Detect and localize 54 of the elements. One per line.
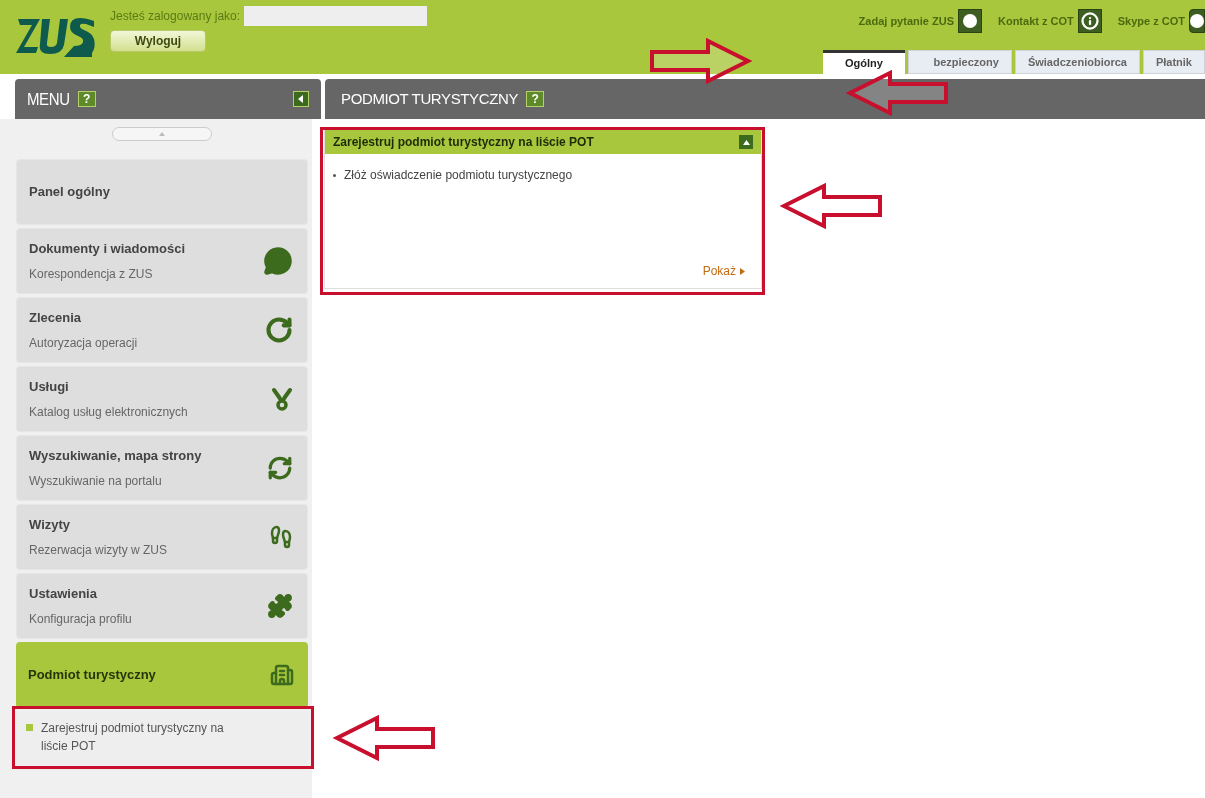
- building-icon: [270, 663, 294, 687]
- tab[interactable]: Płatnik: [1142, 50, 1205, 74]
- up-triangle-icon: [159, 132, 165, 136]
- menu-item[interactable]: Dokumenty i wiadomości Korespondencja z ZUS: [16, 228, 308, 294]
- info-icon[interactable]: [1077, 9, 1102, 33]
- menu-item-title: Wizyty: [29, 516, 72, 535]
- menu-item-subtitle: Autoryzacja operacji: [29, 334, 139, 352]
- up-triangle-icon: [742, 139, 750, 145]
- footprints-icon: [269, 525, 293, 549]
- tab[interactable]: Świadczeniobiorca: [1014, 50, 1140, 74]
- menu-item-title: Wyszukiwanie, mapa strony: [29, 447, 203, 466]
- menu-item-title: Zlecenia: [29, 309, 83, 328]
- speech-bubble-icon: [263, 246, 293, 276]
- collapse-menu-button[interactable]: [293, 91, 309, 107]
- menu-item-title: Panel ogólny: [29, 183, 111, 202]
- menu-item-title: Podmiot turystyczny: [28, 666, 157, 685]
- submenu-item-label: Zarejestruj podmiot turystyczny na liście POT: [41, 720, 225, 755]
- menu-item-title: Dokumenty i wiadomości: [29, 240, 187, 259]
- menu-item[interactable]: Zlecenia Autoryzacja operacji: [16, 297, 308, 363]
- branch-icon: [271, 387, 293, 411]
- page-title: PODMIOT TURYSTYCZNY: [341, 88, 519, 109]
- menu-item-subtitle: Rezerwacja wizyty w ZUS: [29, 541, 169, 559]
- menu-item-subtitle: Korespondencja z ZUS: [29, 265, 154, 283]
- menu-title: MENU: [27, 87, 70, 110]
- menu-item-subtitle: Katalog usług elektronicznych: [29, 403, 189, 421]
- logged-in-label: Jesteś zalogowany jako:: [110, 8, 241, 25]
- bullet-icon: [333, 173, 336, 177]
- collapse-card-button[interactable]: [739, 135, 753, 149]
- menu-item[interactable]: Panel ogólny: [16, 159, 308, 225]
- logout-button[interactable]: Wyloguj: [110, 30, 206, 52]
- bullet-icon: [26, 724, 33, 731]
- sync-icon: [267, 455, 293, 481]
- menu-item-subtitle: Wyszukiwanie na portalu: [29, 472, 163, 490]
- refresh-icon: [265, 316, 293, 344]
- show-link[interactable]: Pokaż: [702, 262, 745, 280]
- menu-item[interactable]: Usługi Katalog usług elektronicznych: [16, 366, 308, 432]
- tab[interactable]: bezpieczony: [907, 50, 1012, 74]
- menu-item-title: Ustawienia: [29, 585, 98, 604]
- menu-item[interactable]: Ustawienia Konfiguracja profilu: [16, 573, 308, 639]
- menu-item[interactable]: Wyszukiwanie, mapa strony Wyszukiwanie na portalu: [16, 435, 308, 501]
- left-triangle-icon: [297, 95, 305, 103]
- menu-item-subtitle: Konfiguracja profilu: [29, 610, 133, 628]
- skype-icon[interactable]: [1189, 9, 1205, 33]
- help-button[interactable]: ?: [77, 91, 96, 107]
- puzzle-icon: [267, 593, 293, 619]
- tab[interactable]: Ogólny: [822, 50, 905, 74]
- card-title: Zarejestruj podmiot turystyczny na liście POT: [333, 134, 594, 151]
- help-button[interactable]: ?: [526, 91, 545, 107]
- card-list-item: Złóż oświadczenie podmiotu turystycznego: [344, 167, 573, 184]
- menu-item-title: Usługi: [29, 378, 70, 397]
- menu-item[interactable]: Podmiot turystyczny: [16, 642, 308, 708]
- right-triangle-icon: [740, 267, 745, 275]
- menu-item[interactable]: Wizyty Rezerwacja wizyty w ZUS: [16, 504, 308, 570]
- chat-icon[interactable]: [957, 9, 982, 33]
